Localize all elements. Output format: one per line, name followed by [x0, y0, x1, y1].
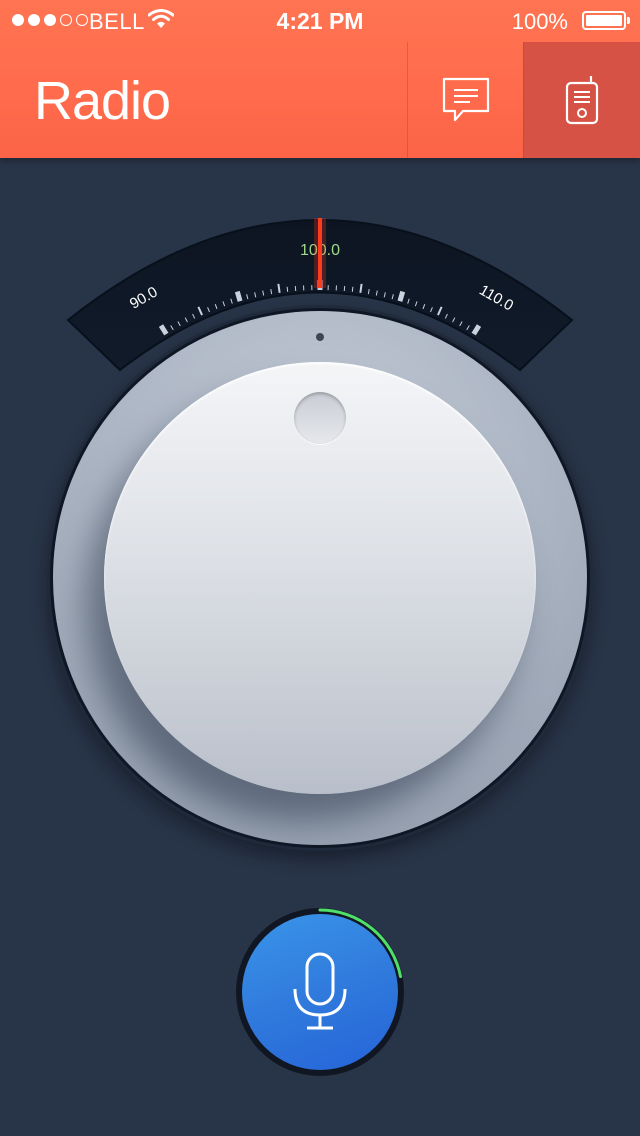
- scale-tick: [234, 290, 243, 302]
- messages-button[interactable]: [407, 42, 524, 158]
- radio-device-icon: [565, 76, 599, 125]
- microphone-button[interactable]: [242, 914, 398, 1070]
- scale-tick: [351, 286, 354, 292]
- knob-indicator-dot: [316, 333, 324, 341]
- microphone-icon: [293, 952, 347, 1030]
- knob-grip[interactable]: [294, 392, 346, 444]
- message-icon: [442, 77, 490, 122]
- scale-tick: [359, 283, 363, 293]
- scale-tick: [277, 283, 281, 293]
- page-title: Radio: [34, 71, 171, 131]
- navigation-bar: Radio: [0, 42, 640, 158]
- battery-percentage: 100%: [511, 9, 568, 34]
- microphone-control: [236, 908, 404, 1076]
- tuner-needle: [318, 218, 322, 288]
- battery-icon: [582, 11, 630, 30]
- scale-tick: [286, 286, 289, 292]
- top-bar: BELL 4:21 PM 100% Radio: [0, 0, 640, 158]
- radio-device-button[interactable]: [523, 42, 640, 158]
- scale-tick: [397, 290, 406, 302]
- status-bar: BELL 4:21 PM 100%: [0, 0, 640, 42]
